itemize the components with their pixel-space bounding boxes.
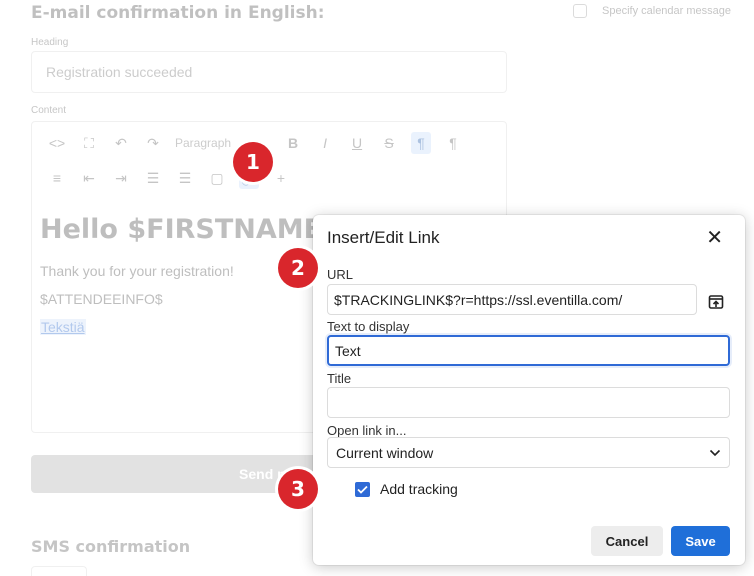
redo-icon[interactable]: ↷: [143, 132, 163, 154]
dialog-title: Insert/Edit Link: [327, 228, 440, 247]
calendar-checkbox-label: Specify calendar message: [602, 5, 732, 17]
bold-icon[interactable]: B: [283, 132, 303, 154]
editor-hello-heading: Hello $FIRSTNAME$: [40, 214, 341, 245]
text-to-display-input[interactable]: [327, 335, 730, 366]
browse-link-button[interactable]: [701, 287, 731, 317]
add-tracking-row: Add tracking: [355, 481, 458, 497]
outdent-icon[interactable]: ⇤: [79, 167, 99, 189]
undo-icon[interactable]: ↶: [111, 132, 131, 154]
strikethrough-icon[interactable]: S: [379, 132, 399, 154]
add-tracking-checkbox[interactable]: [355, 481, 370, 497]
step-badge-2: 2: [278, 248, 318, 288]
fullscreen-icon[interactable]: ⛶: [79, 132, 99, 154]
heading-input[interactable]: Registration succeeded: [31, 51, 507, 93]
step-badge-1: 1: [233, 142, 273, 182]
step-badge-3: 3: [278, 469, 318, 509]
url-label: URL: [327, 267, 354, 282]
title-label: Title: [327, 371, 352, 386]
insert-more-icon[interactable]: +: [271, 167, 291, 189]
bullet-list-icon[interactable]: ☰: [175, 167, 195, 189]
calendar-checkbox[interactable]: [573, 4, 587, 18]
editor-selected-link[interactable]: Tekstiä: [40, 319, 86, 335]
content-label: Content: [31, 105, 67, 116]
align-icon[interactable]: ≡: [47, 167, 67, 189]
source-code-icon[interactable]: <>: [47, 132, 67, 154]
ltr-icon[interactable]: ¶: [411, 132, 432, 154]
save-button[interactable]: Save: [671, 526, 730, 556]
title-input[interactable]: [327, 387, 730, 418]
numbered-list-icon[interactable]: ☰: [143, 167, 163, 189]
open-link-in-value: Current window: [336, 444, 434, 461]
add-tracking-label: Add tracking: [380, 481, 458, 497]
paragraph-select[interactable]: Paragraph: [175, 136, 231, 150]
italic-icon[interactable]: I: [315, 132, 335, 154]
insert-edit-link-dialog: Insert/Edit Link ✕ URL Text to display T…: [313, 215, 745, 565]
underline-icon[interactable]: U: [347, 132, 367, 154]
open-link-in-select[interactable]: Current window: [327, 437, 730, 468]
checkmark-icon: [357, 485, 368, 494]
sms-field[interactable]: [31, 566, 87, 576]
text-to-display-label: Text to display: [327, 319, 410, 334]
open-link-in-label: Open link in...: [327, 423, 407, 438]
url-input[interactable]: [327, 284, 697, 315]
open-link-icon: [708, 295, 724, 309]
image-icon[interactable]: ▢: [207, 167, 227, 189]
editor-attendee-info: $ATTENDEEINFO$: [40, 291, 163, 307]
section-title: E-mail confirmation in English:: [31, 3, 325, 23]
rtl-icon[interactable]: ¶: [443, 132, 463, 154]
cancel-button[interactable]: Cancel: [591, 526, 663, 556]
indent-icon[interactable]: ⇥: [111, 167, 131, 189]
heading-label: Heading: [31, 37, 69, 48]
chevron-down-icon: [709, 449, 721, 456]
close-icon[interactable]: ✕: [706, 228, 723, 248]
sms-confirmation-title: SMS confirmation: [31, 537, 191, 556]
